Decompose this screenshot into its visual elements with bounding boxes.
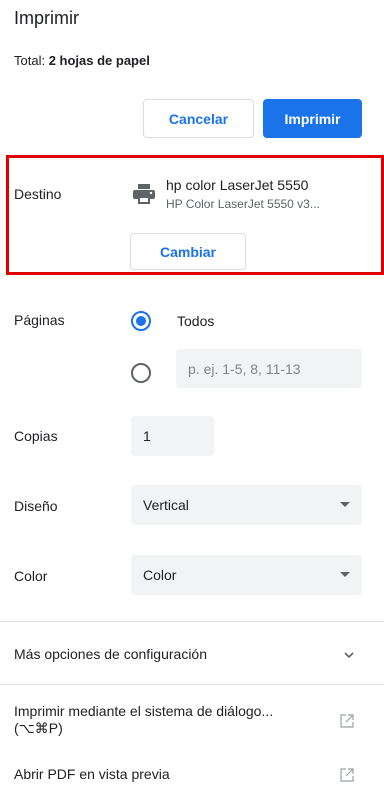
open-pdf-link[interactable]: Abrir PDF en vista previa: [14, 766, 170, 783]
cancel-button[interactable]: Cancelar: [143, 99, 254, 138]
divider-bottom: [0, 684, 384, 685]
printer-icon: [133, 184, 155, 204]
divider-top: [0, 621, 384, 622]
chevron-down-icon[interactable]: [343, 648, 355, 660]
layout-dropdown-arrow-icon: [340, 502, 350, 507]
pages-all-radio[interactable]: [131, 311, 151, 331]
printer-detail: HP Color LaserJet 5550 v3...: [166, 197, 320, 211]
printer-name: hp color LaserJet 5550: [166, 177, 309, 193]
pages-custom-input[interactable]: p. ej. 1-5, 8, 11-13: [176, 349, 362, 388]
more-settings-toggle[interactable]: Más opciones de configuración: [14, 646, 207, 662]
layout-value: Vertical: [143, 497, 189, 513]
system-dialog-link[interactable]: Imprimir mediante el sistema de diálogo.…: [14, 703, 273, 737]
dialog-title: Imprimir: [14, 8, 79, 28]
color-dropdown-arrow-icon: [340, 572, 350, 577]
open-external-icon[interactable]: [340, 714, 354, 728]
sheet-total: Total: 2 hojas de papel: [14, 53, 150, 68]
copies-label: Copias: [14, 428, 58, 444]
layout-label: Diseño: [14, 498, 58, 514]
print-button[interactable]: Imprimir: [263, 99, 362, 138]
destination-label: Destino: [14, 186, 62, 202]
change-destination-button[interactable]: Cambiar: [130, 233, 246, 270]
system-dialog-shortcut: (⌥⌘P): [14, 720, 63, 736]
color-label: Color: [14, 568, 48, 584]
total-prefix: Total:: [14, 53, 49, 68]
color-value: Color: [143, 567, 177, 583]
copies-input[interactable]: 1: [131, 416, 214, 456]
pages-label: Páginas: [14, 312, 65, 328]
pages-all-label: Todos: [177, 313, 215, 329]
layout-select[interactable]: Vertical: [131, 485, 362, 525]
color-select[interactable]: Color: [131, 555, 362, 595]
pages-custom-radio[interactable]: [131, 363, 151, 383]
open-external-icon[interactable]: [340, 768, 354, 782]
total-value: 2 hojas de papel: [48, 53, 150, 68]
system-dialog-label: Imprimir mediante el sistema de diálogo.…: [14, 703, 274, 719]
